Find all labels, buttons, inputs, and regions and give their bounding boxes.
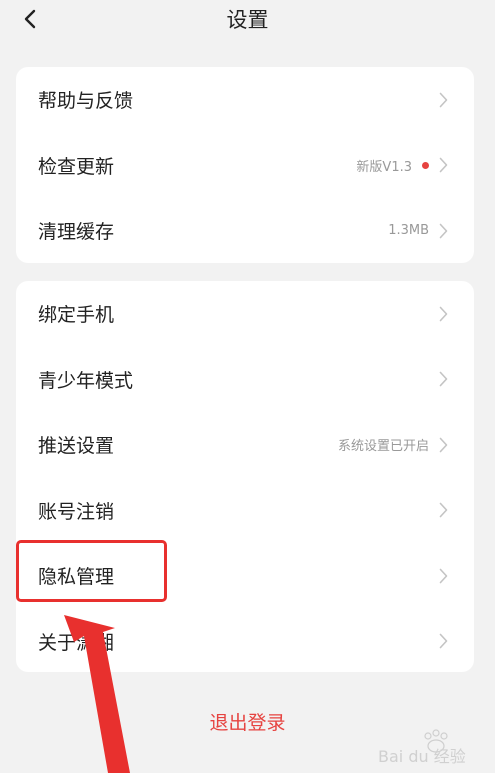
push-status-value: 系统设置已开启 — [337, 439, 429, 455]
chevron-right-icon — [439, 371, 448, 387]
settings-item-about[interactable]: 关于潇湘 — [16, 609, 474, 675]
chevron-right-icon — [439, 157, 448, 173]
settings-item-bind-phone[interactable]: 绑定手机 — [16, 281, 474, 347]
settings-item-label: 账号注销 — [38, 500, 115, 523]
settings-item-teen-mode[interactable]: 青少年模式 — [16, 347, 474, 413]
logout-button[interactable]: 退出登录 — [0, 708, 495, 735]
settings-item-label: 青少年模式 — [38, 369, 134, 392]
chevron-right-icon — [439, 223, 448, 239]
page-title: 设置 — [226, 8, 269, 32]
settings-item-account-deletion[interactable]: 账号注销 — [16, 478, 474, 544]
settings-group-general: 帮助与反馈 检查更新 新版V1.3 清理缓存 1.3MB — [16, 67, 474, 263]
nav-bar: 设置 — [0, 0, 495, 40]
settings-item-label: 隐私管理 — [38, 566, 115, 589]
settings-item-label: 检查更新 — [38, 155, 115, 178]
settings-item-label: 清理缓存 — [38, 221, 115, 244]
chevron-right-icon — [439, 568, 448, 584]
settings-item-check-update[interactable]: 检查更新 新版V1.3 — [16, 133, 474, 199]
chevron-right-icon — [439, 306, 448, 322]
settings-item-label: 关于潇湘 — [38, 631, 115, 654]
settings-group-account: 绑定手机 青少年模式 推送设置 系统设置已开启 账号注销 隐私管理 关于潇湘 — [16, 281, 474, 672]
settings-item-label: 推送设置 — [38, 435, 115, 458]
chevron-right-icon — [439, 437, 448, 453]
settings-item-privacy-management[interactable]: 隐私管理 — [16, 543, 474, 609]
update-badge-dot — [422, 161, 429, 169]
update-version-value: 新版V1.3 — [356, 159, 412, 175]
cache-size-value: 1.3MB — [388, 223, 429, 239]
settings-item-push-settings[interactable]: 推送设置 系统设置已开启 — [16, 412, 474, 478]
settings-item-clear-cache[interactable]: 清理缓存 1.3MB — [16, 198, 474, 264]
chevron-right-icon — [439, 502, 448, 518]
chevron-right-icon — [439, 633, 448, 649]
settings-item-label: 帮助与反馈 — [38, 90, 134, 113]
chevron-right-icon — [439, 92, 448, 108]
settings-item-help-feedback[interactable]: 帮助与反馈 — [16, 67, 474, 133]
settings-item-label: 绑定手机 — [38, 304, 115, 327]
svg-text:Bai du 经验: Bai du 经验 — [378, 747, 466, 766]
